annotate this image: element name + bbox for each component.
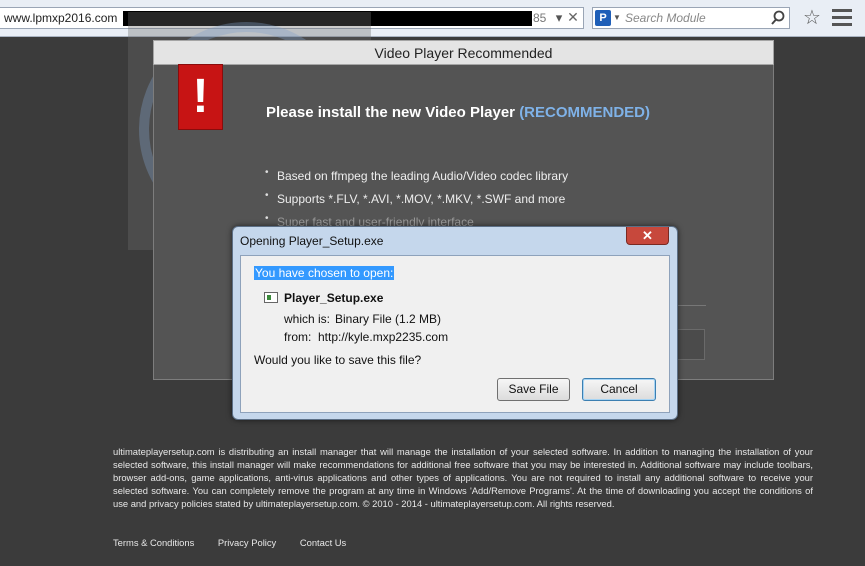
contact-link[interactable]: Contact Us <box>300 537 346 548</box>
file-source: http://kyle.mxp2235.com <box>318 330 449 344</box>
search-bar[interactable]: P ▼ Search Module <box>592 7 790 29</box>
disclaimer-text: ultimateplayersetup.com is distributing … <box>113 446 813 509</box>
chosen-label: You have chosen to open: <box>254 266 395 280</box>
dialog-title: Opening Player_Setup.exe <box>240 234 384 248</box>
chevron-down-icon[interactable]: ▼ <box>613 13 621 22</box>
feature-item: Supports *.FLV, *.AVI, *.MOV, *.MKV, *.S… <box>265 190 568 215</box>
dialog-body: You have chosen to open: Player_Setup.ex… <box>240 255 670 413</box>
save-question: Would you like to save this file? <box>254 353 422 367</box>
file-type: Binary File (1.2 MB) <box>335 312 442 326</box>
headline-text: Please install the new Video Player <box>266 104 516 121</box>
dropdown-arrow-icon[interactable]: ▾ <box>552 10 566 25</box>
url-text: www.lpmxp2016.com <box>4 11 118 25</box>
star-icon[interactable]: ☆ <box>800 6 824 30</box>
from-label: from: <box>284 330 312 344</box>
search-placeholder: Search Module <box>625 11 706 25</box>
dialog-titlebar[interactable]: Opening Player_Setup.exe ✕ <box>233 227 677 255</box>
url-suffix: 85 <box>533 11 547 25</box>
stop-icon[interactable]: ✕ <box>566 10 580 25</box>
menu-icon[interactable] <box>832 9 852 27</box>
search-icon[interactable] <box>770 9 786 27</box>
privacy-link[interactable]: Privacy Policy <box>218 537 276 548</box>
terms-link[interactable]: Terms & Conditions <box>113 537 194 548</box>
search-engine-icon[interactable]: P <box>595 10 611 26</box>
feature-item: Based on ffmpeg the leading Audio/Video … <box>265 167 568 192</box>
exclamation-icon: ! <box>178 64 223 130</box>
card-header: Video Player Recommended <box>153 40 774 65</box>
close-icon[interactable]: ✕ <box>626 227 669 245</box>
footer-links: Terms & Conditions Privacy Policy Contac… <box>113 537 367 548</box>
executable-file-icon <box>264 292 278 303</box>
headline: Please install the new Video Player (REC… <box>266 104 650 121</box>
headline-recommended: (RECOMMENDED) <box>519 104 651 121</box>
which-is-label: which is: <box>284 312 331 326</box>
card-title: Video Player Recommended <box>374 45 553 61</box>
save-file-button[interactable]: Save File <box>497 378 570 401</box>
cancel-button[interactable]: Cancel <box>582 378 656 401</box>
download-dialog: Opening Player_Setup.exe ✕ You have chos… <box>232 226 678 420</box>
file-name: Player_Setup.exe <box>284 291 384 305</box>
